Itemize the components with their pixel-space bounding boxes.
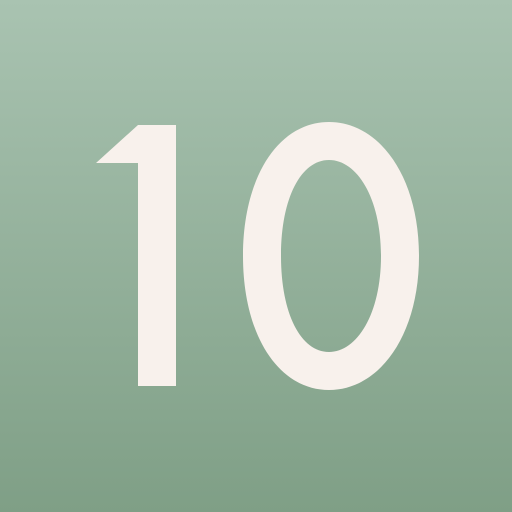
digit-one [96, 125, 176, 386]
tile-number-graphic [96, 122, 419, 390]
digit-zero [243, 122, 419, 390]
number-tile: 10 [0, 0, 512, 512]
